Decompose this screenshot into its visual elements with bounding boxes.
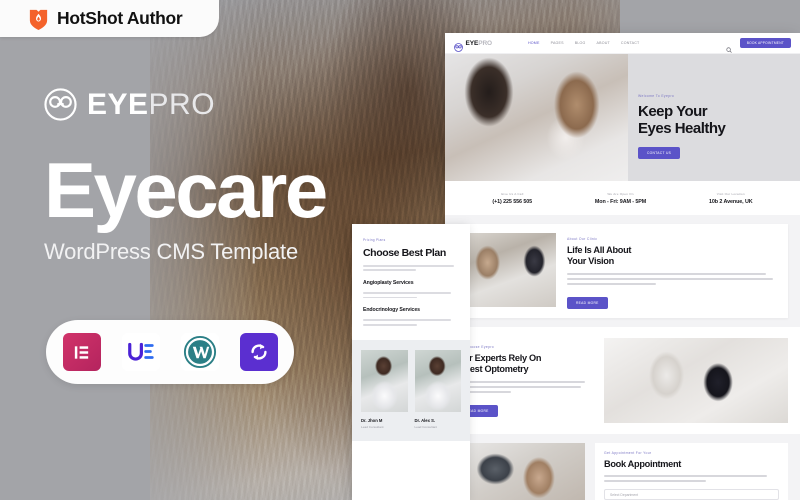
info-cell-location: Visit Our Location 10b 2 Avenue, UK bbox=[709, 192, 753, 205]
menu-item-home[interactable]: HOME bbox=[528, 41, 540, 45]
service-name-angioplasty: Angioplasty Services bbox=[363, 280, 414, 287]
service-desc-angioplasty bbox=[363, 292, 459, 299]
pricing-block: Pricing Plans Choose Best Plan Angioplas… bbox=[352, 224, 470, 326]
doctor-photo bbox=[361, 349, 408, 412]
promo-banner: HotShot Author EYEPRO Eyecare WordPress … bbox=[0, 0, 800, 500]
hero-title: Keep Your Eyes Healthy bbox=[638, 103, 788, 138]
info-value-phone: (+1) 225 556 505 bbox=[492, 198, 533, 205]
pricing-eyebrow: Pricing Plans bbox=[363, 238, 386, 242]
brand-row: EYEPRO bbox=[44, 88, 344, 121]
experts-title: Our Experts Rely On Finest Optometry bbox=[457, 353, 592, 375]
vision-title: Life Is All About Your Vision bbox=[567, 245, 779, 267]
mockup-logo[interactable]: EYEPRO bbox=[454, 39, 493, 52]
mockup-experts-section: Why Choose Eyepro Our Experts Rely On Fi… bbox=[445, 327, 800, 435]
appointment-body-text bbox=[604, 475, 779, 483]
mockup-hero: Welcome To Eyepro Keep Your Eyes Healthy… bbox=[445, 54, 800, 181]
department-select[interactable]: Select Department bbox=[604, 489, 779, 500]
info-cell-phone: Give Us A Call (+1) 225 556 505 bbox=[492, 192, 532, 205]
doctor-card[interactable]: Dr. Jhon M Lead Consultant bbox=[361, 349, 408, 429]
service-desc-endocrinology bbox=[363, 319, 459, 326]
doctor-name: Dr. Alex S. bbox=[414, 417, 436, 423]
brand-pro-text: PRO bbox=[148, 87, 216, 121]
mockup-menu: HOME PAGES BLOG ABOUT CONTACT bbox=[528, 41, 639, 45]
hero-contact-button[interactable]: CONTACT US bbox=[638, 146, 681, 159]
hero-title-line1: Keep Your bbox=[638, 103, 708, 120]
mockup-logo-pro: PRO bbox=[478, 39, 493, 47]
vision-card-body: About Our Clinic Life Is All About Your … bbox=[567, 233, 779, 310]
info-label-hours: We Are Open On bbox=[607, 191, 634, 196]
brand-wordmark: EYEPRO bbox=[87, 87, 216, 121]
appointment-card: Get Appointment For Your Book Appointmen… bbox=[595, 443, 788, 500]
appointment-photo-patient bbox=[457, 443, 585, 500]
experts-eyebrow: Why Choose Eyepro bbox=[457, 344, 495, 349]
vision-eyebrow: About Our Clinic bbox=[567, 237, 598, 241]
promo-subline: WordPress CMS Template bbox=[44, 239, 298, 265]
flame-shield-icon bbox=[27, 7, 50, 30]
doctors-list: Dr. Jhon M Lead Consultant Dr. Alex S. L… bbox=[352, 339, 470, 441]
pricing-body-text bbox=[363, 265, 459, 272]
menu-item-blog[interactable]: BLOG bbox=[575, 41, 586, 45]
hero-title-line2: Eyes Healthy bbox=[638, 120, 726, 138]
experts-text-block: Why Choose Eyepro Our Experts Rely On Fi… bbox=[457, 345, 592, 417]
website-mockup-main: EYEPRO HOME PAGES BLOG ABOUT CONTACT BOO… bbox=[445, 33, 800, 500]
mockup-logo-eye: EYE bbox=[465, 39, 479, 47]
mockup-info-bar: Give Us A Call (+1) 225 556 505 We Are O… bbox=[445, 181, 800, 215]
menu-item-about[interactable]: ABOUT bbox=[597, 41, 610, 45]
plugin-icons-pill bbox=[46, 320, 294, 384]
doctor-name: Dr. Jhon M bbox=[361, 417, 383, 423]
doctor-role: Lead Consultant bbox=[361, 424, 384, 429]
mockup-vision-section: About Our Clinic Life Is All About Your … bbox=[445, 215, 800, 328]
info-label-phone: Give Us A Call bbox=[500, 191, 524, 196]
eyepro-glasses-icon-small bbox=[454, 39, 463, 52]
unlimited-elements-icon bbox=[121, 333, 160, 371]
vision-title-line1: Life Is All About bbox=[567, 245, 632, 255]
book-appointment-button[interactable]: BOOK APPOINTMENT bbox=[739, 37, 791, 49]
info-value-location: 10b 2 Avenue, UK bbox=[709, 198, 753, 205]
doctor-photo bbox=[414, 349, 461, 412]
updates-icon bbox=[239, 333, 278, 371]
vision-photo-slitlamp bbox=[466, 233, 556, 307]
department-select-value: Select Department bbox=[610, 492, 639, 497]
promo-headline: Eyecare bbox=[44, 146, 328, 234]
menu-item-contact[interactable]: CONTACT bbox=[621, 41, 640, 45]
hero-eyebrow: Welcome To Eyepro bbox=[638, 94, 675, 98]
vision-read-more-button[interactable]: READ MORE bbox=[567, 297, 608, 310]
mockup-appointment-section: Get Appointment For Your Book Appointmen… bbox=[445, 434, 800, 500]
pricing-title: Choose Best Plan bbox=[363, 247, 446, 259]
elementor-icon bbox=[62, 333, 101, 371]
website-mockup-secondary: Pricing Plans Choose Best Plan Angioplas… bbox=[352, 224, 470, 500]
mockup-navbar: EYEPRO HOME PAGES BLOG ABOUT CONTACT BOO… bbox=[445, 33, 800, 54]
experts-photo-equipment bbox=[604, 338, 788, 424]
service-name-endocrinology: Endocrinology Services bbox=[363, 307, 420, 314]
menu-item-pages[interactable]: PAGES bbox=[551, 41, 564, 45]
hero-photo-eye-exam bbox=[445, 54, 628, 181]
vision-title-line2: Your Vision bbox=[567, 256, 614, 267]
info-value-hours: Mon - Fri: 9AM - 5PM bbox=[594, 198, 647, 205]
info-label-location: Visit Our Location bbox=[716, 191, 745, 196]
hotshot-author-label: HotShot Author bbox=[57, 8, 183, 28]
vision-body-text bbox=[567, 273, 779, 286]
appointment-eyebrow: Get Appointment For Your bbox=[604, 451, 652, 456]
hero-text-block: Welcome To Eyepro Keep Your Eyes Healthy… bbox=[638, 94, 788, 159]
hotshot-author-badge[interactable]: HotShot Author bbox=[0, 0, 219, 37]
vision-card: About Our Clinic Life Is All About Your … bbox=[457, 224, 788, 319]
info-cell-hours: We Are Open On Mon - Fri: 9AM - 5PM bbox=[595, 192, 646, 205]
appointment-title: Book Appointment bbox=[604, 459, 682, 470]
eyepro-glasses-icon bbox=[44, 88, 77, 121]
promo-content: EYEPRO Eyecare WordPress CMS Template bbox=[44, 88, 344, 265]
experts-body-text bbox=[457, 380, 592, 393]
search-icon[interactable] bbox=[726, 40, 732, 53]
brand-eye-text: EYE bbox=[87, 87, 149, 121]
doctor-role: Lead Consultant bbox=[414, 424, 438, 429]
wordpress-icon bbox=[180, 333, 219, 371]
mockup-navbar-right: BOOK APPOINTMENT bbox=[726, 37, 791, 53]
doctor-card[interactable]: Dr. Alex S. Lead Consultant bbox=[414, 349, 461, 429]
